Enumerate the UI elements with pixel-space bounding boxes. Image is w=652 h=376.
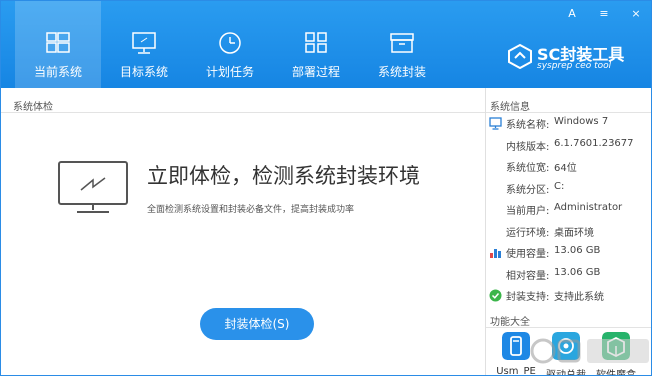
- info-value: 桌面环境: [554, 228, 594, 239]
- info-key: 系统分区:: [506, 185, 550, 196]
- info-key: 系统位宽:: [506, 163, 550, 174]
- info-value: 13.06 GB: [554, 245, 601, 256]
- monitor-icon: [489, 117, 502, 130]
- close-icon[interactable]: ×: [627, 6, 645, 22]
- divider: [486, 327, 651, 328]
- logo-mark-icon: [508, 43, 532, 69]
- sysinfo-title: 系统信息: [490, 102, 530, 113]
- info-key: 系统名称:: [506, 120, 550, 131]
- window-controls: A ≡ ×: [563, 6, 645, 22]
- tab-target-system[interactable]: 目标系统: [101, 1, 187, 88]
- info-key: 封装支持:: [506, 292, 550, 303]
- system-check-panel: 系统体检 立即体检，检测系统封装环境 全面检测系统设置和封装必备文件，提高封装成…: [1, 88, 485, 375]
- tab-label: 当前系统: [33, 65, 82, 79]
- divider: [486, 112, 651, 113]
- info-value: 支持此系统: [554, 292, 604, 303]
- tab-deployment[interactable]: 部署过程: [273, 1, 359, 88]
- info-value: 64位: [554, 163, 577, 174]
- info-key: 使用容量:: [506, 249, 550, 260]
- info-key: 相对容量:: [506, 271, 550, 282]
- tab-label: 部署过程: [291, 65, 340, 79]
- logo-subtitle: sysprep ceo tool: [537, 61, 612, 71]
- package-icon: [390, 33, 414, 53]
- functions-title: 功能大全: [490, 317, 530, 328]
- system-check-button[interactable]: 封装体检(S): [200, 308, 314, 340]
- bar-chart-icon: [490, 249, 501, 258]
- usm-pe-icon: [502, 332, 530, 360]
- tab-label: 系统封装: [377, 65, 426, 79]
- app-window: A ≡ × 当前系统 目标系统 计划任务 部署过程 系统封装 SC封装工具 sy…: [0, 0, 652, 376]
- monitor-icon: [132, 32, 156, 54]
- info-value: Administrator: [554, 202, 623, 213]
- clock-icon: [219, 32, 241, 54]
- info-value: 6.1.7601.23677: [554, 138, 634, 149]
- check-headline: 立即体检，检测系统封装环境: [147, 164, 420, 188]
- tab-scheduled-tasks[interactable]: 计划任务: [187, 1, 273, 88]
- menu-icon[interactable]: ≡: [595, 6, 613, 22]
- info-value: Windows 7: [554, 116, 609, 127]
- tab-current-system[interactable]: 当前系统: [15, 1, 101, 88]
- check-circle-icon: [489, 289, 502, 302]
- info-value: 13.06 GB: [554, 267, 601, 278]
- windows-icon: [46, 32, 70, 53]
- header-bar: A ≡ × 当前系统 目标系统 计划任务 部署过程 系统封装 SC封装工具 sy…: [1, 1, 651, 88]
- tab-system-package[interactable]: 系统封装: [359, 1, 445, 88]
- info-key: 当前用户:: [506, 206, 550, 217]
- divider: [1, 112, 485, 113]
- info-key: 内核版本:: [506, 142, 550, 153]
- app-logo: SC封装工具 sysprep ceo tool: [507, 41, 647, 77]
- watermark-logo: [530, 338, 649, 364]
- main-tabs: 当前系统 目标系统 计划任务 部署过程 系统封装: [15, 1, 445, 88]
- user-icon[interactable]: A: [563, 6, 581, 22]
- info-key: 运行环境:: [506, 228, 550, 239]
- monitor-illustration-icon: [58, 161, 128, 213]
- tab-label: 计划任务: [205, 65, 254, 79]
- grid-icon: [305, 32, 327, 53]
- tab-label: 目标系统: [119, 65, 168, 79]
- check-description: 全面检测系统设置和封装必备文件，提高封装成功率: [147, 205, 355, 215]
- section-title: 系统体检: [13, 102, 53, 113]
- info-value: C:: [554, 181, 565, 192]
